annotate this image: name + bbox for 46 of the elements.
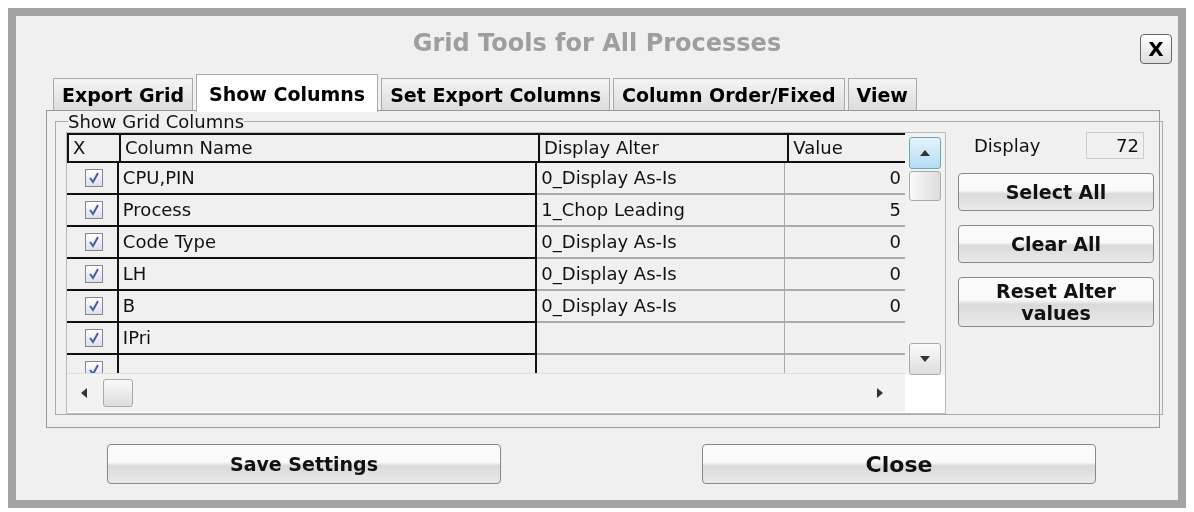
display-label: Display [974,135,1041,156]
table-cell: 0_Display As-Is [537,227,785,259]
up-arrow-icon [920,150,930,156]
table-cell: CPU,PIN [116,163,538,195]
x-button[interactable]: X [1140,34,1172,64]
table-cell: 0_Display As-Is [537,163,785,195]
dialog-button[interactable]: Close [702,444,1096,484]
tab[interactable]: Set Export Columns [381,78,611,110]
table-cell: IPri [116,323,538,355]
table-cell: 0_Display As-Is [537,291,785,323]
table-cell: LH [116,259,538,291]
scroll-right-arrow-icon[interactable] [877,388,883,398]
horizontal-scrollbar[interactable] [67,373,905,412]
table-cell: 1_Chop Leading [537,195,785,227]
window-title: Grid Tools for All Processes [412,29,782,57]
tab[interactable]: Column Order/Fixed [613,78,845,110]
scroll-up-button[interactable] [909,137,941,169]
table-cell: Process [116,195,538,227]
scroll-down-button[interactable] [909,343,941,375]
checkbox[interactable] [84,329,103,347]
column-header[interactable]: Column Name [118,133,538,163]
scroll-thumb[interactable] [103,379,133,407]
checkbox[interactable] [84,201,103,219]
table-cell: 0_Display As-Is [537,259,785,291]
checkbox[interactable] [84,297,103,315]
action-button[interactable]: Select All [958,173,1154,211]
checkbox[interactable] [84,169,103,187]
scroll-thumb[interactable] [909,171,941,201]
column-header[interactable]: X [67,133,119,163]
checkbox[interactable] [84,233,103,251]
group-title: Show Grid Columns [68,111,245,132]
action-button[interactable]: Reset Alter values [958,277,1154,327]
action-button[interactable]: Clear All [958,225,1154,263]
column-header[interactable]: Display Alter [537,133,788,163]
table-cell: Code Type [116,227,538,259]
table-cell: B [116,291,538,323]
tab[interactable]: View [847,78,917,110]
checkbox[interactable] [84,265,103,283]
tab[interactable]: Show Columns [196,74,379,112]
tab[interactable]: Export Grid [53,78,194,110]
display-count-field: 72 [1086,132,1144,159]
checkbox[interactable] [84,361,103,373]
scroll-left-arrow-icon[interactable] [81,388,87,398]
vertical-scrollbar[interactable] [905,133,945,375]
down-arrow-icon [920,356,930,362]
dialog-button[interactable]: Save Settings [107,444,501,484]
